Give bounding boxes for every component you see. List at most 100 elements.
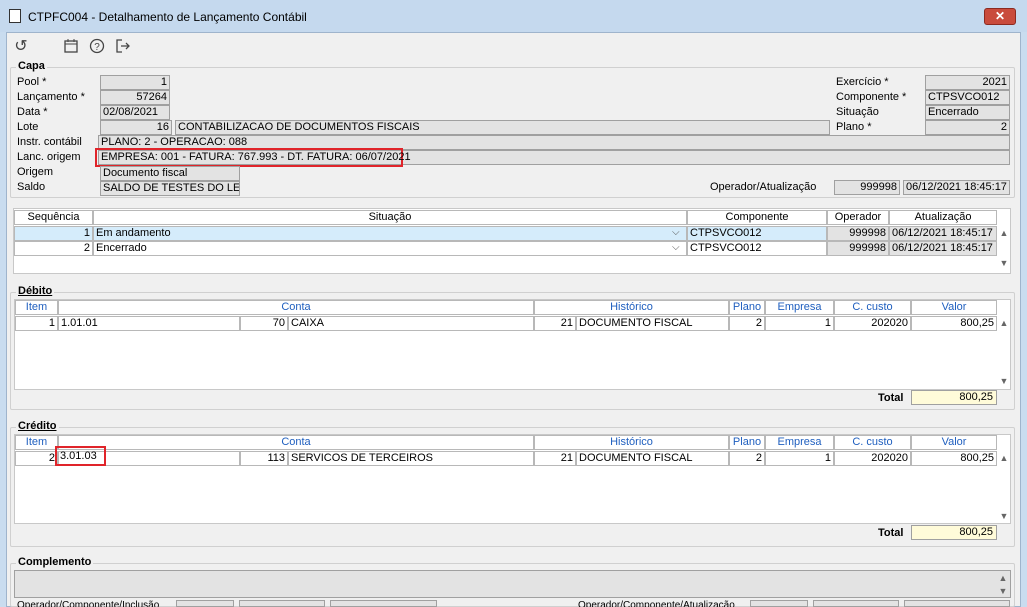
cred-header-valor[interactable]: Valor (911, 435, 997, 450)
complemento-field[interactable] (14, 570, 1011, 598)
cred-header-empresa[interactable]: Empresa (765, 435, 834, 450)
saldo-field[interactable]: SALDO DE TESTES DO LEO (100, 181, 240, 196)
plano-field[interactable]: 2 (925, 120, 1010, 135)
cred-row1-conta-num[interactable]: 113 (240, 451, 288, 466)
deb-row1-conta[interactable]: 1.01.01 (58, 316, 240, 331)
scroll-down-icon[interactable]: ▼ (997, 258, 1011, 268)
cred-row1-hist-desc[interactable]: DOCUMENTO FISCAL (576, 451, 729, 466)
seq-row2-componente[interactable]: CTPSVCO012 (687, 241, 827, 256)
scroll-down-icon[interactable]: ▼ (997, 376, 1011, 386)
operador-field: 999998 (834, 180, 900, 195)
deb-row1-ccusto[interactable]: 202020 (834, 316, 911, 331)
cred-row1-plano[interactable]: 2 (729, 451, 765, 466)
operador-label: Operador/Atualização (710, 181, 817, 193)
calendar-icon[interactable] (62, 38, 80, 56)
scroll-up-icon[interactable]: ▲ (997, 318, 1011, 328)
cred-row1-item[interactable]: 2 (15, 451, 58, 466)
cred-row1-conta-desc[interactable]: SERVICOS DE TERCEIROS (288, 451, 534, 466)
chevron-down-icon[interactable]: ⌵ (672, 242, 680, 253)
complemento-label: Complemento (16, 556, 94, 568)
scroll-up-icon[interactable]: ▲ (996, 573, 1010, 583)
atualizacao-field: 06/12/2021 18:45:17 (903, 180, 1010, 195)
cred-row1-hist-num[interactable]: 21 (534, 451, 576, 466)
window-title: CTPFC004 - Detalhamento de Lançamento Co… (28, 10, 307, 24)
scroll-up-icon[interactable]: ▲ (997, 453, 1011, 463)
cred-header-conta[interactable]: Conta (58, 435, 534, 450)
seq-row1-sequencia[interactable]: 1 (14, 226, 93, 241)
seq-header-atualizacao[interactable]: Atualização (889, 210, 997, 225)
seq-row2-situacao[interactable]: Encerrado (93, 241, 687, 256)
credito-total-field: 800,25 (911, 525, 997, 540)
deb-header-plano[interactable]: Plano (729, 300, 765, 315)
lanc-origem-label: Lanc. origem (17, 151, 81, 163)
inclusao-componente-field (239, 600, 325, 607)
chevron-down-icon[interactable]: ⌵ (672, 227, 680, 238)
capa-label: Capa (16, 60, 47, 72)
seq-header-situacao[interactable]: Situação (93, 210, 687, 225)
cred-row1-conta[interactable]: 3.01.03 (55, 446, 106, 466)
exercicio-field[interactable]: 2021 (925, 75, 1010, 90)
credito-total-label: Total (878, 527, 904, 539)
cred-header-plano[interactable]: Plano (729, 435, 765, 450)
scroll-down-icon[interactable]: ▼ (997, 511, 1011, 521)
cred-header-ccusto[interactable]: C. custo (834, 435, 911, 450)
origem-field[interactable]: Documento fiscal (100, 166, 240, 181)
seq-row1-situacao[interactable]: Em andamento (93, 226, 687, 241)
app-icon (9, 9, 21, 23)
close-button[interactable]: ✕ (984, 8, 1016, 25)
cred-row1-valor[interactable]: 800,25 (911, 451, 997, 466)
deb-header-valor[interactable]: Valor (911, 300, 997, 315)
seq-row2-atualizacao: 06/12/2021 18:45:17 (889, 241, 997, 256)
deb-header-historico[interactable]: Histórico (534, 300, 729, 315)
scroll-down-icon[interactable]: ▼ (996, 586, 1010, 596)
situacao-field[interactable]: Encerrado (925, 105, 1010, 120)
instr-label: Instr. contábil (17, 136, 82, 148)
deb-header-conta[interactable]: Conta (58, 300, 534, 315)
deb-row1-hist-num[interactable]: 21 (534, 316, 576, 331)
debito-label: Débito (16, 285, 55, 297)
inclusao-data-field (330, 600, 437, 607)
seq-row2-sequencia[interactable]: 2 (14, 241, 93, 256)
deb-header-empresa[interactable]: Empresa (765, 300, 834, 315)
seq-header-sequencia[interactable]: Sequência (14, 210, 93, 225)
deb-row1-hist-desc[interactable]: DOCUMENTO FISCAL (576, 316, 729, 331)
seq-row1-atualizacao: 06/12/2021 18:45:17 (889, 226, 997, 241)
data-field[interactable]: 02/08/2021 (100, 105, 170, 120)
pool-field[interactable]: 1 (100, 75, 170, 90)
deb-row1-valor[interactable]: 800,25 (911, 316, 997, 331)
lote-field[interactable]: 16 (100, 120, 172, 135)
seq-row1-operador: 999998 (827, 226, 889, 241)
cred-header-item[interactable]: Item (15, 435, 58, 450)
componente-label: Componente * (836, 91, 907, 103)
situacao-label: Situação (836, 106, 879, 118)
lote-desc-field: CONTABILIZACAO DE DOCUMENTOS FISCAIS (175, 120, 830, 135)
cred-header-historico[interactable]: Histórico (534, 435, 729, 450)
atualizacao-comp-label: Operador/Componente/Atualização (578, 600, 735, 607)
deb-header-item[interactable]: Item (15, 300, 58, 315)
deb-row1-item[interactable]: 1 (15, 316, 58, 331)
deb-row1-conta-num[interactable]: 70 (240, 316, 288, 331)
pool-label: Pool * (17, 76, 47, 88)
seq-row1-componente[interactable]: CTPSVCO012 (687, 226, 827, 241)
debito-total-field: 800,25 (911, 390, 997, 405)
seq-header-componente[interactable]: Componente (687, 210, 827, 225)
deb-row1-conta-desc[interactable]: CAIXA (288, 316, 534, 331)
atualizacao-componente-field (813, 600, 899, 607)
plano-label: Plano * (836, 121, 872, 133)
cred-row1-ccusto[interactable]: 202020 (834, 451, 911, 466)
atualizacao-operador-field (750, 600, 808, 607)
seq-header-operador[interactable]: Operador (827, 210, 889, 225)
credito-label: Crédito (16, 420, 59, 432)
scroll-up-icon[interactable]: ▲ (997, 228, 1011, 238)
componente-field[interactable]: CTPSVCO012 (925, 90, 1010, 105)
deb-row1-empresa[interactable]: 1 (765, 316, 834, 331)
exercicio-label: Exercício * (836, 76, 889, 88)
deb-row1-plano[interactable]: 2 (729, 316, 765, 331)
lancamento-field[interactable]: 57264 (100, 90, 170, 105)
exit-icon[interactable] (114, 38, 132, 56)
help-icon[interactable]: ? (88, 38, 106, 56)
undo-icon[interactable]: ↺ (12, 38, 30, 56)
deb-header-ccusto[interactable]: C. custo (834, 300, 911, 315)
origem-label: Origem (17, 166, 54, 178)
cred-row1-empresa[interactable]: 1 (765, 451, 834, 466)
